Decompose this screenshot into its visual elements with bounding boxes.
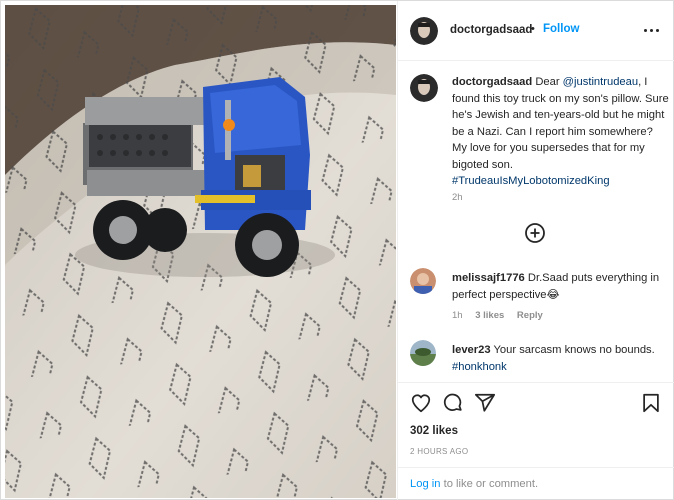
post-header: doctorgadsaad • Follow	[398, 1, 674, 61]
comment-hashtag-link[interactable]: #honkhonk	[452, 361, 507, 373]
caption-text-before: Dear	[535, 76, 563, 88]
bookmark-icon[interactable]	[640, 392, 662, 414]
caption-mention-link[interactable]: @justintrudeau	[563, 76, 638, 88]
post-timestamp[interactable]: 2 HOURS AGO	[410, 447, 468, 456]
comment-body: Your sarcasm knows no bounds.	[493, 344, 655, 356]
comments-section: doctorgadsaad Dear @justintrudeau, I fou…	[398, 62, 674, 382]
commenter-avatar[interactable]	[410, 340, 436, 366]
caption-hashtag-link[interactable]: #TrudeauIsMyLobotomizedKing	[452, 175, 610, 187]
toy-truck-on-pillow-image	[5, 5, 396, 498]
share-icon[interactable]	[474, 392, 496, 414]
reply-button[interactable]: Reply	[517, 310, 543, 321]
follow-button[interactable]: Follow	[543, 23, 579, 35]
login-prompt: Log in to like or comment.	[398, 467, 674, 500]
comment-age[interactable]: 1h	[452, 310, 463, 321]
author-username[interactable]: doctorgadsaad	[450, 24, 532, 36]
likes-count[interactable]: 302 likes	[410, 425, 458, 437]
login-prompt-text: Log in to like or comment.	[410, 478, 538, 490]
action-bar	[398, 382, 674, 422]
instagram-post: doctorgadsaad • Follow doctorgadsaad Dea…	[0, 0, 674, 500]
comment-meta: 1h 3 likes Reply	[452, 310, 553, 321]
author-avatar[interactable]	[410, 17, 438, 45]
caption-text-after: , I found this toy truck on my son's pil…	[452, 76, 669, 171]
caption-age[interactable]: 2h	[452, 192, 463, 203]
comment-likes[interactable]: 3 likes	[475, 310, 504, 321]
commenter-avatar[interactable]	[410, 268, 436, 294]
caption-username[interactable]: doctorgadsaad	[452, 76, 532, 88]
header-separator: •	[531, 23, 535, 35]
caption-text: doctorgadsaad Dear @justintrudeau, I fou…	[452, 74, 670, 190]
load-more-comments-icon[interactable]	[524, 222, 546, 244]
comment-username[interactable]: lever23	[452, 344, 491, 356]
login-link[interactable]: Log in	[410, 478, 440, 490]
login-prompt-rest: to like or comment.	[440, 478, 539, 490]
post-photo[interactable]	[5, 5, 396, 498]
comment-icon[interactable]	[442, 392, 464, 414]
laughing-emoji-icon: 😂	[546, 288, 560, 301]
comment-text: lever23 Your sarcasm knows no bounds. #h…	[452, 342, 667, 375]
comment-username[interactable]: melissajf1776	[452, 272, 525, 284]
post-sidebar: doctorgadsaad • Follow doctorgadsaad Dea…	[397, 1, 674, 500]
caption-avatar[interactable]	[410, 74, 438, 102]
more-options-icon[interactable]	[642, 23, 662, 39]
comment-text: melissajf1776 Dr.Saad puts everything in…	[452, 270, 667, 303]
heart-icon[interactable]	[410, 392, 432, 414]
